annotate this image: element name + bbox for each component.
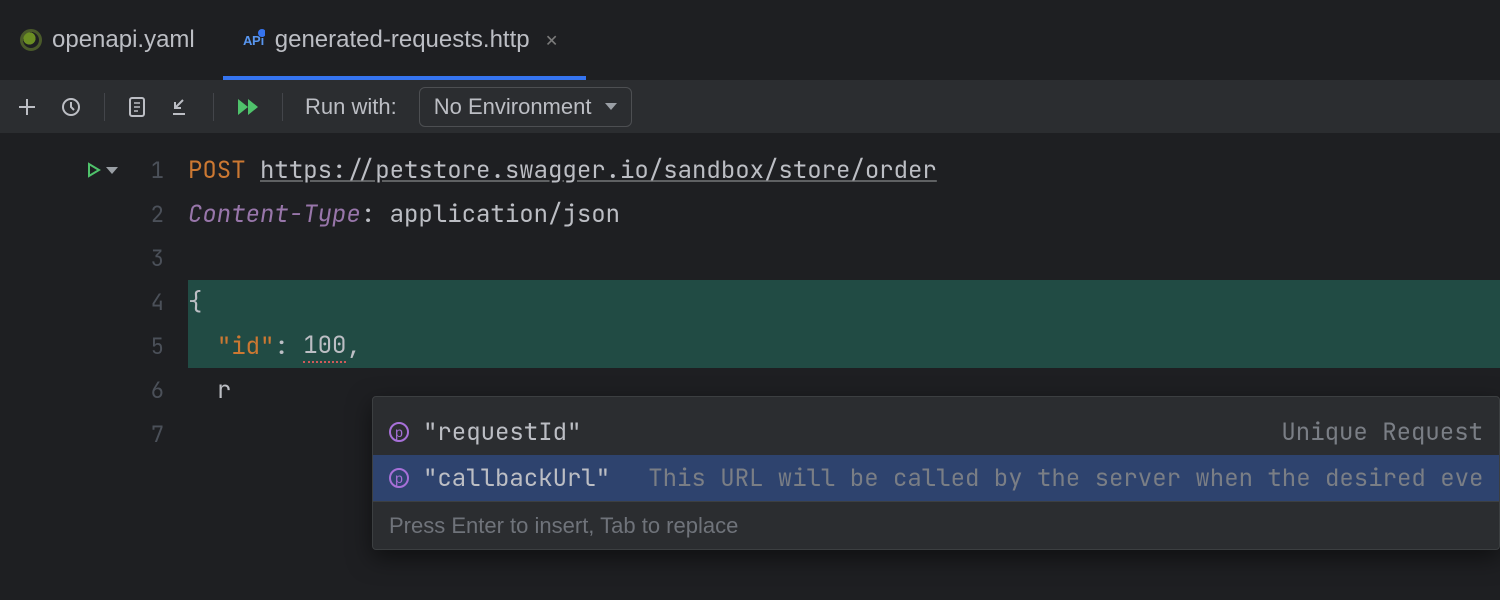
http-method: POST: [188, 155, 246, 186]
property-icon: p: [389, 422, 409, 442]
openapi-icon: [20, 29, 42, 51]
line-number: 6: [136, 376, 164, 405]
autocomplete-item[interactable]: p "callbackUrl" This URL will be called …: [373, 455, 1499, 501]
autocomplete-label: "requestId": [423, 417, 581, 448]
line-number: 7: [136, 420, 164, 449]
tab-openapi[interactable]: openapi.yaml: [0, 0, 223, 80]
autocomplete-label: "callbackUrl": [423, 463, 610, 494]
body-open: {: [188, 287, 202, 318]
separator: [213, 93, 214, 121]
run-with-label: Run with:: [305, 94, 397, 120]
chevron-down-icon[interactable]: [106, 167, 118, 174]
request-url[interactable]: https://petstore.swagger.io/sandbox/stor…: [260, 155, 937, 186]
editor[interactable]: 1 2 3 4 5 6 7 POST https://petstore.swag…: [0, 134, 1500, 600]
close-icon[interactable]: ✕: [546, 27, 558, 53]
gutter-run-icon[interactable]: [86, 162, 118, 178]
environment-value: No Environment: [434, 94, 592, 120]
autocomplete-desc: Unique Request: [619, 417, 1483, 448]
line-number: 5: [136, 332, 164, 361]
add-icon[interactable]: [16, 96, 38, 118]
scratch-icon[interactable]: [127, 96, 147, 118]
line-number: 1: [136, 156, 164, 185]
tab-label: openapi.yaml: [52, 26, 195, 54]
import-icon[interactable]: [169, 96, 191, 118]
chevron-down-icon: [605, 103, 617, 110]
property-icon: p: [389, 468, 409, 488]
autocomplete-hint: Press Enter to insert, Tab to replace: [373, 501, 1499, 549]
tab-bar: openapi.yaml A Pi generated-requests.htt…: [0, 0, 1500, 80]
autocomplete-popup: p "requestId" Unique Request p "callback…: [372, 396, 1500, 550]
code-area[interactable]: POST https://petstore.swagger.io/sandbox…: [188, 134, 1500, 600]
tab-generated-requests[interactable]: A Pi generated-requests.http ✕: [223, 0, 586, 80]
json-value: 100: [303, 330, 346, 363]
separator: [282, 93, 283, 121]
run-all-icon[interactable]: [236, 96, 260, 118]
api-icon: A Pi: [243, 29, 265, 51]
separator: [104, 93, 105, 121]
json-key: "id": [217, 331, 275, 362]
toolbar: Run with: No Environment: [0, 80, 1500, 134]
history-icon[interactable]: [60, 96, 82, 118]
line-number: 2: [136, 200, 164, 229]
tab-label: generated-requests.http: [275, 26, 530, 54]
gutter: 1 2 3 4 5 6 7: [0, 134, 188, 600]
environment-dropdown[interactable]: No Environment: [419, 87, 633, 127]
header-name: Content-Type: [188, 199, 361, 230]
header-value: application/json: [390, 199, 620, 230]
typing-text: r: [217, 375, 231, 406]
autocomplete-item[interactable]: p "requestId" Unique Request: [373, 409, 1499, 455]
line-number: 3: [136, 244, 164, 273]
autocomplete-desc: This URL will be called by the server wh…: [648, 463, 1483, 494]
line-number: 4: [136, 288, 164, 317]
